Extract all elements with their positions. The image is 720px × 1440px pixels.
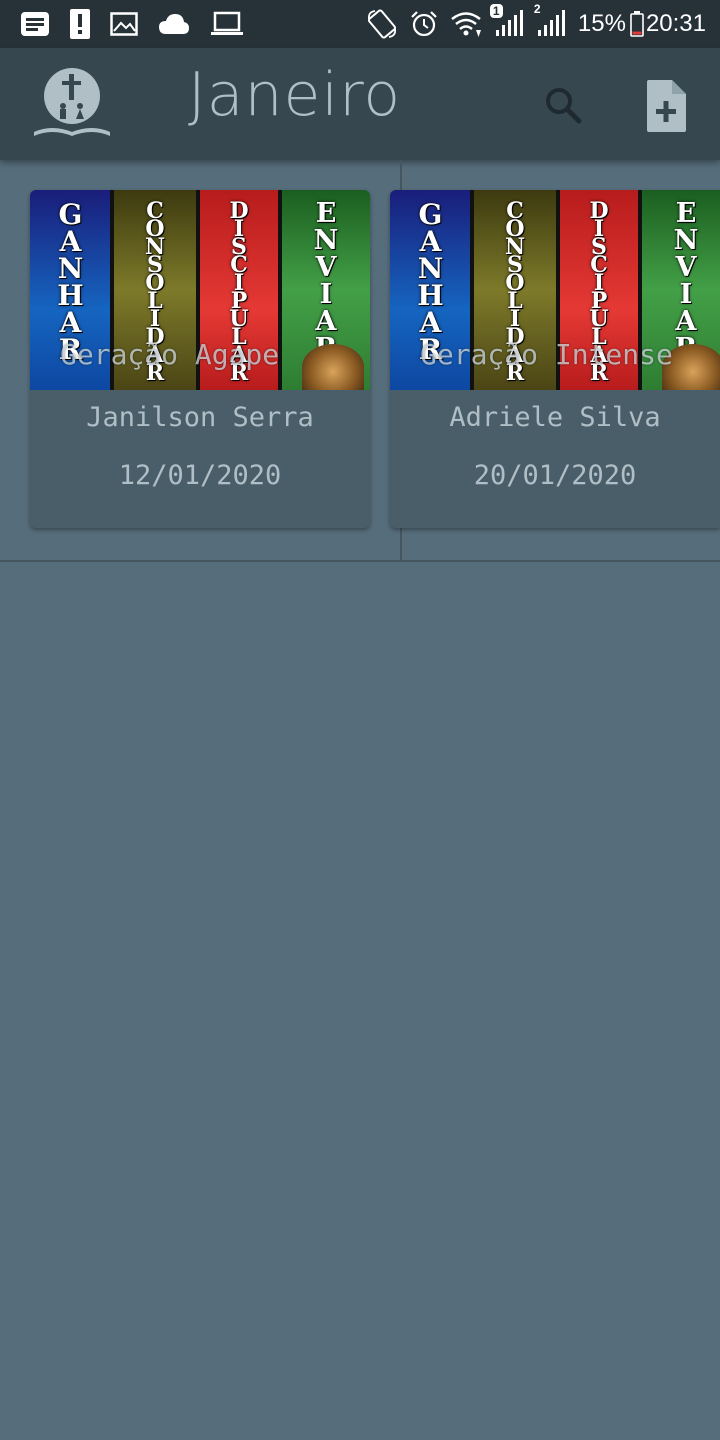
app-bar: Janeiro [0,48,720,160]
notes-icon [20,11,50,37]
status-bar-right: 1 2 15% 20:31 [354,2,706,39]
signal-sim1-icon: 1 [489,4,524,38]
alert-icon [70,9,90,39]
status-bar: 1 2 15% 20:31 [0,0,720,48]
church-logo-icon [32,66,112,142]
card-person-name: Janilson Serra [86,402,314,433]
rotate-icon [366,9,398,39]
add-file-icon [647,80,686,132]
add-file-button[interactable] [638,76,694,136]
card-date: 12/01/2020 [118,460,282,491]
wifi-icon [450,10,482,38]
page-title: Janeiro [188,60,402,130]
banner-word: GANHAR [54,198,87,360]
laptop-icon [210,11,244,37]
card-geracao-agape[interactable]: GANHAR CONSOLIDAR DISCIPULAR ENVIAR Gera… [30,190,370,528]
sim2-badge: 2 [533,2,541,16]
image-icon [110,12,138,36]
card-date: 20/01/2020 [473,460,637,491]
cards-grid: GANHAR CONSOLIDAR DISCIPULAR ENVIAR Gera… [0,160,720,562]
card-group-name: Geração Agape [60,338,280,371]
card-geracao-intense[interactable]: GANHAR CONSOLIDAR DISCIPULAR ENVIAR Gera… [390,190,720,528]
card-banner-image: GANHAR CONSOLIDAR DISCIPULAR ENVIAR Gera… [30,190,370,390]
card-banner-image: GANHAR CONSOLIDAR DISCIPULAR ENVIAR Gera… [390,190,720,390]
status-bar-left [20,9,264,39]
cloud-icon [158,13,190,35]
banner-word: ENVIAR [670,198,702,360]
banner-word: ENVIAR [310,198,342,360]
card-group-name: Geração Intense [420,338,673,371]
battery-percent: 15% [577,10,626,37]
search-icon [546,88,582,124]
sim1-badge: 1 [489,4,503,18]
card-person-name: Adriele Silva [449,402,661,433]
battery-icon [630,11,644,37]
search-button[interactable] [538,80,588,130]
alarm-icon [410,10,438,38]
banner-word: GANHAR [414,198,447,360]
status-time: 20:31 [645,10,706,37]
signal-sim2-icon: 2 [534,2,566,38]
